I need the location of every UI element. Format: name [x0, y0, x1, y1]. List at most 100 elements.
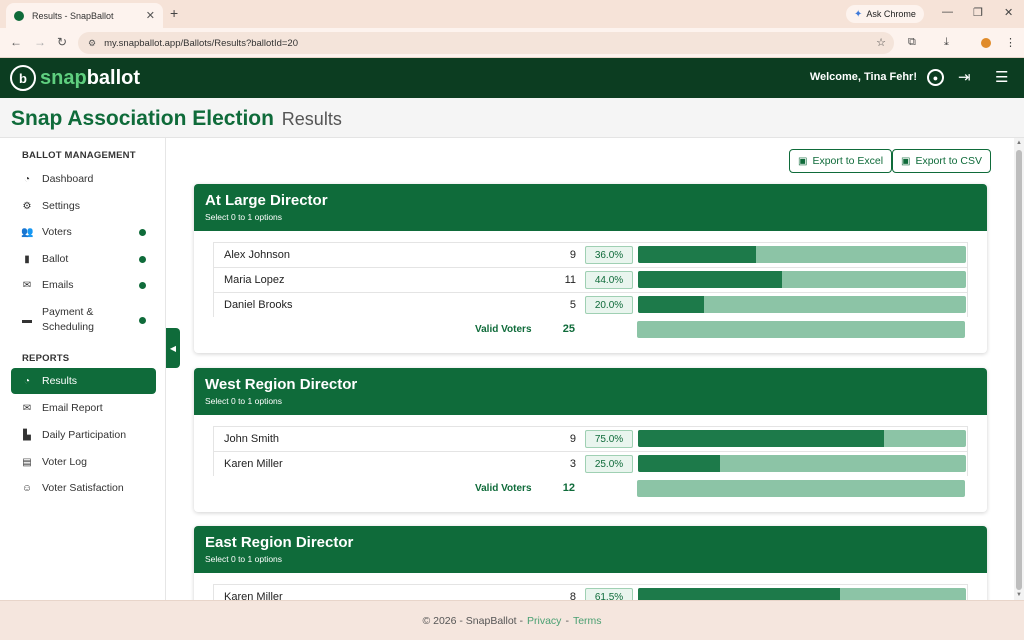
race-subtitle: Select 0 to 1 options	[205, 554, 283, 564]
extensions-icon[interactable]: ⧉	[908, 36, 916, 49]
log-icon: ▤	[22, 456, 32, 468]
status-dot	[139, 281, 146, 289]
candidate-percent: 44.0%	[585, 271, 633, 289]
reports-heading: REPORTS	[22, 353, 70, 364]
race-results: Alex Johnson 9 36.0% Maria Lopez 11 44.0…	[194, 231, 987, 353]
candidate-name: Karen Miller	[224, 591, 283, 600]
result-bar-fill	[638, 296, 704, 313]
logo-prefix: snap	[40, 66, 87, 89]
candidate-row: Maria Lopez 11 44.0%	[213, 267, 968, 292]
url-text: my.snapballot.app/Ballots/Results?ballot…	[104, 37, 298, 49]
sidebar: BALLOT MANAGEMENT ◔ Dashboard ⚙ Settings…	[0, 138, 166, 600]
page-scrollbar[interactable]: ▲ ▼	[1014, 138, 1024, 600]
scrollbar-thumb[interactable]	[1016, 150, 1022, 590]
maximize-icon[interactable]: ❐	[973, 6, 983, 19]
sidebar-item-ballot[interactable]: ▮ Ballot	[11, 246, 156, 272]
sidebar-item-label: Settings	[42, 200, 80, 212]
sidebar-item-voters[interactable]: 👥 Voters	[11, 219, 156, 245]
candidate-row: Daniel Brooks 5 20.0%	[213, 292, 968, 317]
candidate-name: Alex Johnson	[224, 249, 291, 261]
candidate-name: Maria Lopez	[224, 274, 285, 286]
result-bar	[638, 296, 966, 313]
back-icon[interactable]: ←	[10, 35, 22, 49]
hamburger-menu-icon[interactable]: ☰	[995, 68, 1008, 86]
excel-file-icon: ▣	[798, 155, 808, 167]
site-info-icon[interactable]: ⚙	[88, 38, 96, 49]
footer-copyright: © 2026 - SnapBallot -	[422, 614, 523, 627]
new-tab-button[interactable]: +	[170, 5, 178, 21]
window-close-icon[interactable]: ✕	[1004, 6, 1013, 19]
scroll-up-icon[interactable]: ▲	[1016, 140, 1022, 146]
scroll-down-icon[interactable]: ▼	[1016, 592, 1022, 598]
users-icon: 👥	[21, 226, 34, 238]
candidate-votes: 3	[569, 458, 576, 470]
profile-icon[interactable]	[981, 38, 991, 48]
result-bar-fill	[638, 588, 840, 600]
race-title: East Region Director	[205, 534, 354, 551]
terms-link[interactable]: Terms	[573, 615, 602, 627]
status-dot	[139, 228, 146, 236]
sidebar-item-results[interactable]: ◔ Results	[11, 368, 156, 394]
page-subtitle: Results	[281, 109, 342, 129]
candidate-name: John Smith	[224, 433, 280, 445]
sidebar-item-label: Emails	[42, 279, 74, 291]
valid-voters-bar	[637, 480, 965, 497]
privacy-link[interactable]: Privacy	[527, 615, 561, 627]
status-dot	[139, 316, 146, 324]
sidebar-item-daily-participation[interactable]: ▙ Daily Participation	[11, 422, 156, 448]
minimize-icon[interactable]: —	[942, 6, 953, 18]
sidebar-item-voter-log[interactable]: ▤ Voter Log	[11, 449, 156, 475]
bookmark-star-icon[interactable]: ☆	[876, 36, 886, 49]
export-csv-button[interactable]: ▣ Export to CSV	[892, 149, 991, 173]
ballot-management-heading: BALLOT MANAGEMENT	[22, 150, 136, 161]
race-card-east-region-director: East Region Director Select 0 to 1 optio…	[194, 526, 987, 600]
sidebar-item-payment-scheduling[interactable]: ▬ Payment & Scheduling	[11, 303, 156, 337]
candidate-percent: 75.0%	[585, 430, 633, 448]
ask-chrome-button[interactable]: ✦ Ask Chrome	[846, 5, 924, 23]
race-title: At Large Director	[205, 192, 328, 209]
result-bar	[638, 455, 966, 472]
sidebar-item-email-report[interactable]: ✉ Email Report	[11, 395, 156, 421]
valid-voters-row: Valid Voters 12	[213, 476, 968, 501]
forward-icon[interactable]: →	[34, 35, 46, 49]
candidate-row: Karen Miller 3 25.0%	[213, 451, 968, 476]
address-bar[interactable]: ⚙ my.snapballot.app/Ballots/Results?ball…	[78, 32, 894, 54]
valid-voters-count: 12	[562, 482, 575, 494]
candidate-votes: 9	[569, 249, 576, 261]
chrome-menu-icon[interactable]: ⋮	[1005, 36, 1016, 49]
logo-suffix: ballot	[86, 66, 141, 89]
sidebar-item-dashboard[interactable]: ◔ Dashboard	[11, 166, 156, 192]
valid-voters-label: Valid Voters	[475, 483, 532, 494]
bar-chart-icon: ▙	[23, 429, 31, 441]
race-card-west-region-director: West Region Director Select 0 to 1 optio…	[194, 368, 987, 512]
sidebar-item-settings[interactable]: ⚙ Settings	[11, 193, 156, 219]
sidebar-item-voter-satisfaction[interactable]: ☺ Voter Satisfaction	[11, 475, 156, 501]
sidebar-collapse-button[interactable]: ◀	[166, 328, 180, 368]
card-icon: ▬	[22, 314, 32, 326]
sidebar-item-label: Voter Log	[42, 456, 87, 468]
result-bar	[638, 271, 966, 288]
snapballot-logo[interactable]: b snap ballot	[10, 65, 140, 91]
result-bar-fill	[638, 246, 757, 263]
race-title: West Region Director	[205, 376, 358, 393]
candidate-percent: 25.0%	[585, 455, 633, 473]
result-bar	[638, 588, 966, 600]
race-card-at-large-director: At Large Director Select 0 to 1 options …	[194, 184, 987, 353]
user-account-icon[interactable]: ●	[927, 69, 944, 86]
chart-icon: ◔	[23, 375, 31, 387]
valid-voters-label: Valid Voters	[475, 324, 532, 335]
sidebar-item-emails[interactable]: ✉ Emails	[11, 272, 156, 298]
close-icon[interactable]: ✕	[146, 9, 155, 22]
candidate-name: Daniel Brooks	[224, 299, 293, 311]
election-name: Snap Association Election	[11, 107, 274, 130]
caret-left-icon: ◀	[169, 343, 177, 353]
download-icon[interactable]: ⤓	[944, 36, 949, 49]
sidebar-item-label: Email Report	[42, 402, 103, 414]
browser-tab[interactable]: Results - SnapBallot ✕	[6, 3, 163, 28]
browser-toolbar: ← → ↻ ⚙ my.snapballot.app/Ballots/Result…	[0, 28, 1024, 58]
reload-icon[interactable]: ↻	[57, 35, 67, 49]
candidate-votes: 11	[564, 274, 576, 286]
welcome-text: Welcome, Tina Fehr!	[809, 71, 917, 83]
logout-icon[interactable]: ⇥	[958, 68, 971, 86]
export-excel-button[interactable]: ▣ Export to Excel	[789, 149, 893, 173]
